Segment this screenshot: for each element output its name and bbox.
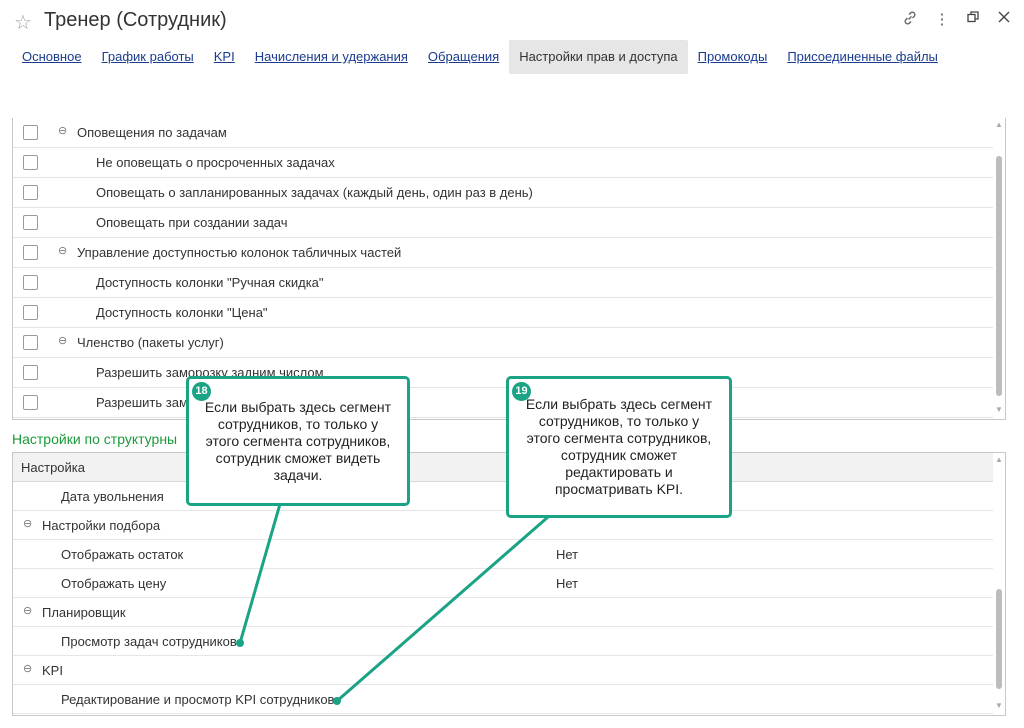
callout-text: Если выбрать здесь сегмент сотрудников, … xyxy=(525,396,713,497)
callout-18: 18 Если выбрать здесь сегмент сотруднико… xyxy=(186,376,410,506)
callout-18-anchor-dot xyxy=(236,639,244,647)
callout-18-connector xyxy=(238,503,282,644)
callout-connectors xyxy=(236,503,549,705)
callout-19: 19 Если выбрать здесь сегмент сотруднико… xyxy=(506,376,732,518)
callout-19-anchor-dot xyxy=(333,697,341,705)
callout-text: Если выбрать здесь сегмент сотрудников, … xyxy=(204,399,392,483)
callout-19-connector xyxy=(336,515,549,703)
